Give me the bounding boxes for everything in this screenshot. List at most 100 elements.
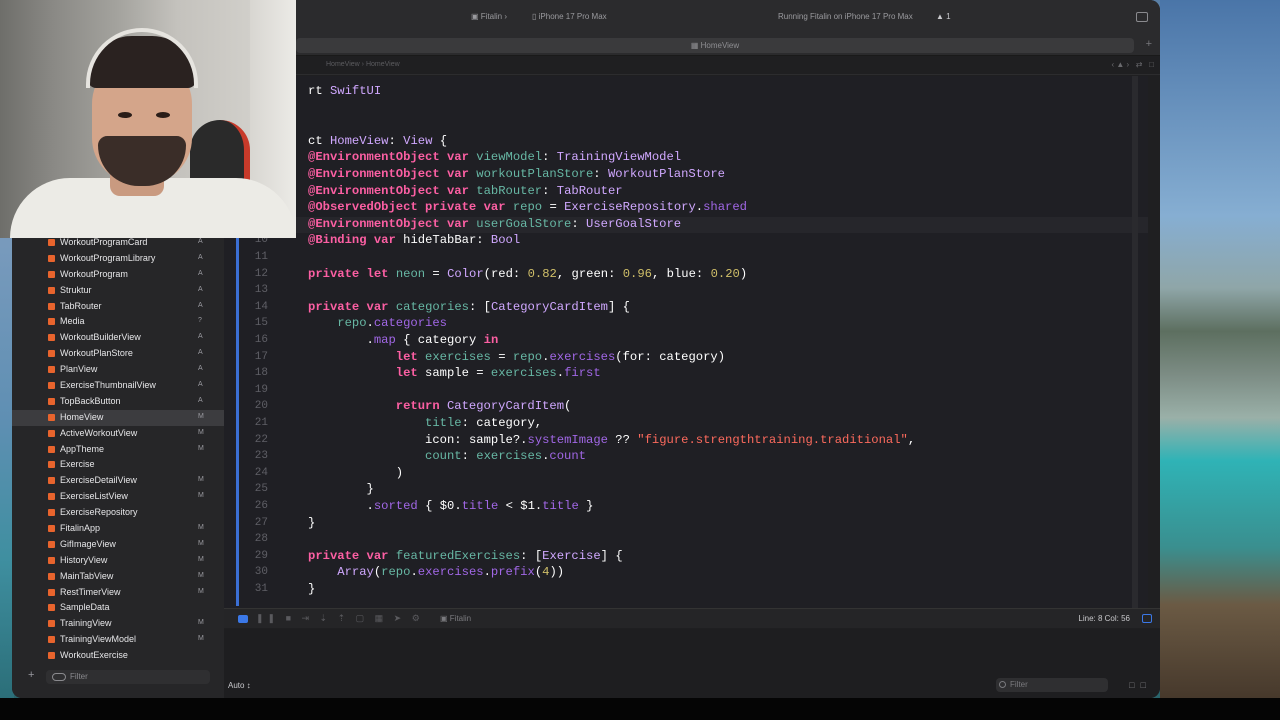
source-control-badge: M bbox=[198, 476, 204, 484]
sidebar-item-fitalinapp[interactable]: FitalinApp M bbox=[12, 521, 224, 537]
code-line[interactable]: 22 icon: sample?.systemImage ?? "figure.… bbox=[224, 433, 1148, 450]
console-filter-input[interactable]: Filter bbox=[996, 678, 1108, 692]
code-line[interactable]: 31} bbox=[224, 582, 1148, 599]
console-layout-icons[interactable]: □□ bbox=[1129, 680, 1152, 690]
sidebar-item-exerciserepository[interactable]: ExerciseRepository bbox=[12, 505, 224, 521]
code-line[interactable]: 23 count: exercises.count bbox=[224, 449, 1148, 466]
code-line[interactable]: 30 Array(repo.exercises.prefix(4)) bbox=[224, 565, 1148, 582]
navigator-filter-input[interactable]: Filter bbox=[46, 670, 210, 684]
debug-area-toggle-icon[interactable] bbox=[238, 615, 248, 623]
debug-controls[interactable]: ❚❚ ■ ⇥ ⇣ ⇡ ▢ ▦ ➤ ⚙ bbox=[256, 613, 424, 624]
sidebar-item-trainingviewmodel[interactable]: TrainingViewModel M bbox=[12, 632, 224, 648]
sidebar-item-trainingview[interactable]: TrainingView M bbox=[12, 616, 224, 632]
variables-view-mode-select[interactable]: Auto ↕ bbox=[228, 681, 251, 690]
sidebar-item-historyview[interactable]: HistoryView M bbox=[12, 553, 224, 569]
code-line[interactable]: @EnvironmentObject var userGoalStore: Us… bbox=[224, 216, 1148, 234]
code-line[interactable]: @EnvironmentObject var workoutPlanStore:… bbox=[224, 167, 1148, 184]
line-number: 22 bbox=[254, 433, 268, 446]
sidebar-item-workoutprogram[interactable]: WorkoutProgram A bbox=[12, 267, 224, 283]
code-line[interactable]: 24 ) bbox=[224, 466, 1148, 483]
activity-status: Running Fitalin on iPhone 17 Pro Max bbox=[778, 12, 913, 21]
swift-file-icon bbox=[48, 286, 55, 294]
sidebar-item-workoutprogramlibrary[interactable]: WorkoutProgramLibrary A bbox=[12, 251, 224, 267]
sidebar-item-workoutplanstore[interactable]: WorkoutPlanStore A bbox=[12, 346, 224, 362]
code-line[interactable]: 12 private let neon = Color(red: 0.82, gr… bbox=[224, 267, 1148, 284]
sidebar-item-tabrouter[interactable]: TabRouter A bbox=[12, 299, 224, 315]
code-line[interactable]: 14 private var categories: [CategoryCardI… bbox=[224, 300, 1148, 317]
sidebar-item-label: MainTabView bbox=[60, 570, 114, 581]
sidebar-item-gifimageview[interactable]: GifImageView M bbox=[12, 537, 224, 553]
sidebar-item-media[interactable]: Media? bbox=[12, 314, 224, 330]
swift-file-icon bbox=[48, 445, 55, 453]
line-number: 31 bbox=[254, 583, 268, 595]
source-control-badge: M bbox=[198, 539, 204, 547]
breadcrumb[interactable]: HomeView › HomeView bbox=[326, 61, 400, 68]
sidebar-item-label: ExerciseListView bbox=[60, 491, 128, 502]
sidebar-item-label: WorkoutExercise bbox=[60, 650, 128, 661]
sidebar-item-exercisethumbnailview[interactable]: ExerciseThumbnailView A bbox=[12, 378, 224, 394]
code-line[interactable]: 21 title: category, bbox=[224, 416, 1148, 433]
sidebar-item-exercisedetailview[interactable]: ExerciseDetailView M bbox=[12, 473, 224, 489]
sidebar-item-apptheme[interactable]: AppTheme M bbox=[12, 442, 224, 458]
sidebar-item-workoutexercise[interactable]: WorkoutExercise bbox=[12, 648, 224, 664]
code-line[interactable]: 17 let exercises = repo.exercises(for: c… bbox=[224, 350, 1148, 367]
source-control-badge: A bbox=[198, 396, 203, 404]
source-control-badge: M bbox=[198, 492, 204, 500]
code-line[interactable]: 27} bbox=[224, 516, 1148, 533]
code-line[interactable]: 28 bbox=[224, 532, 1148, 549]
source-editor[interactable]: rt SwiftUI ct HomeView: View {@Environmen… bbox=[224, 76, 1148, 608]
line-number: 24 bbox=[254, 466, 268, 479]
editor-scrollbar[interactable] bbox=[1132, 76, 1138, 608]
code-line[interactable]: 13 bbox=[224, 283, 1148, 300]
code-line[interactable]: 29 private var featuredExercises: [Exerci… bbox=[224, 549, 1148, 566]
swift-file-icon bbox=[48, 525, 55, 533]
sidebar-item-struktur[interactable]: Struktur A bbox=[12, 283, 224, 299]
sidebar-item-activeworkoutview[interactable]: ActiveWorkoutView M bbox=[12, 426, 224, 442]
code-line[interactable]: ct HomeView: View { bbox=[224, 134, 1148, 151]
add-file-icon[interactable]: + bbox=[28, 669, 34, 681]
code-line[interactable] bbox=[224, 117, 1148, 134]
code-line[interactable]: 11 bbox=[224, 250, 1148, 267]
tab-homeview[interactable]: ▦ HomeView bbox=[296, 38, 1134, 53]
warnings-indicator[interactable]: ▲ 1 bbox=[936, 12, 951, 21]
code-line[interactable]: 25 } bbox=[224, 482, 1148, 499]
sidebar-item-resttimerview[interactable]: RestTimerView M bbox=[12, 585, 224, 601]
code-line[interactable]: @ObservedObject private var repo = Exerc… bbox=[224, 200, 1148, 217]
source-control-badge: M bbox=[198, 412, 204, 420]
code-line[interactable]: 10 @Binding var hideTabBar: Bool bbox=[224, 233, 1148, 250]
scheme-selector[interactable]: ▣ Fitalin › bbox=[471, 12, 507, 21]
inspector-toggle-icon[interactable] bbox=[1136, 12, 1148, 22]
line-number: 26 bbox=[254, 500, 268, 512]
new-tab-icon[interactable]: + bbox=[1146, 38, 1152, 50]
console-toggle-icon[interactable] bbox=[1142, 614, 1152, 623]
source-control-badge: A bbox=[198, 285, 203, 293]
line-number: 29 bbox=[254, 549, 268, 562]
code-line[interactable]: 20 return CategoryCardItem( bbox=[224, 399, 1148, 416]
debug-bar: ❚❚ ■ ⇥ ⇣ ⇡ ▢ ▦ ➤ ⚙ ▣ Fitalin Line: 8 Col… bbox=[224, 608, 1160, 628]
swift-file-icon bbox=[48, 604, 55, 612]
code-text: } bbox=[308, 582, 316, 596]
code-line[interactable]: 18 let sample = exercises.first bbox=[224, 366, 1148, 383]
code-line[interactable]: 26 .sorted { $0.title < $1.title } bbox=[224, 499, 1148, 516]
sidebar-item-topbackbutton[interactable]: TopBackButton A bbox=[12, 394, 224, 410]
code-line[interactable]: 16 .map { category in bbox=[224, 333, 1148, 350]
sidebar-item-homeview[interactable]: HomeView M bbox=[12, 409, 224, 426]
sidebar-item-maintabview[interactable]: MainTabView M bbox=[12, 569, 224, 585]
sidebar-item-workoutbuilderview[interactable]: WorkoutBuilderView A bbox=[12, 330, 224, 346]
line-number: 12 bbox=[254, 267, 268, 280]
sidebar-item-exerciselistview[interactable]: ExerciseListView M bbox=[12, 489, 224, 505]
code-line[interactable]: 15 repo.categories bbox=[224, 316, 1148, 333]
code-line[interactable]: 19 bbox=[224, 383, 1148, 400]
code-line[interactable]: @EnvironmentObject var viewModel: Traini… bbox=[224, 150, 1148, 167]
sidebar-item-sampledata[interactable]: SampleData bbox=[12, 600, 224, 616]
code-line[interactable]: rt SwiftUI bbox=[224, 84, 1148, 101]
code-text: title: category, bbox=[425, 416, 543, 430]
code-line[interactable]: @EnvironmentObject var tabRouter: TabRou… bbox=[224, 184, 1148, 201]
sidebar-item-exercise[interactable]: Exercise bbox=[12, 457, 224, 473]
run-destination-selector[interactable]: ▯ iPhone 17 Pro Max bbox=[532, 12, 607, 21]
debug-target[interactable]: ▣ Fitalin bbox=[440, 614, 471, 623]
sidebar-item-planview[interactable]: PlanView A bbox=[12, 362, 224, 378]
navigation-arrows-icon[interactable]: ‹ ▲ › ⇄ □ bbox=[1111, 60, 1154, 69]
swift-file-icon bbox=[48, 318, 55, 326]
swift-file-icon bbox=[48, 254, 55, 262]
